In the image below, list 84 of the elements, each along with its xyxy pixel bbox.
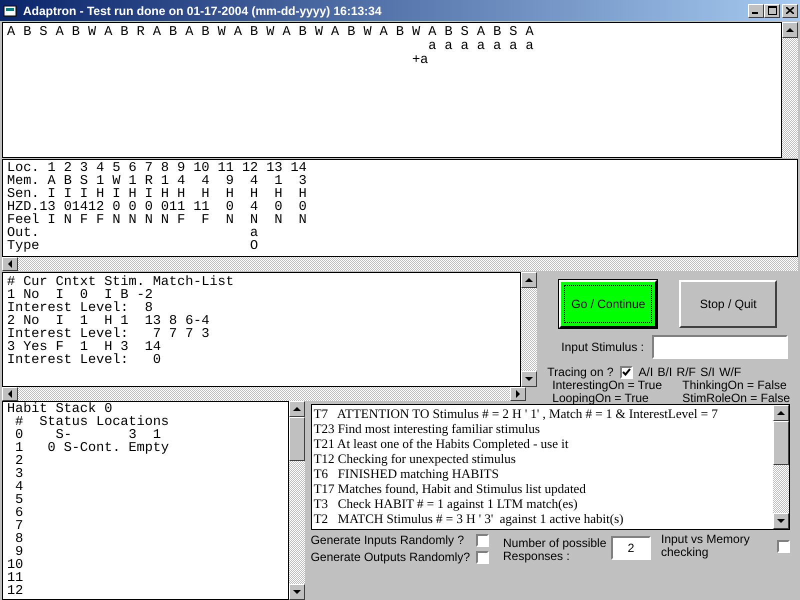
status-flag-label: ThinkingOn = False [682, 379, 788, 392]
text-line: 6 [14, 507, 24, 520]
scroll-up-button[interactable] [782, 22, 798, 38]
option-label: Generate Outputs Randomly? [310, 550, 470, 564]
responses-field[interactable]: 2 [611, 536, 651, 560]
text-line: Out. a [7, 227, 260, 240]
text-line: +a [411, 54, 430, 68]
close-icon [786, 7, 794, 14]
scroll-down-button[interactable] [773, 513, 789, 529]
text-line: Habit Stack 0 [7, 403, 112, 416]
text-line: 7 [14, 520, 24, 533]
scrollbar-thumb[interactable] [288, 417, 305, 461]
vertical-scrollbar[interactable] [782, 22, 798, 158]
input-stimulus-label: Input Stimulus : [561, 340, 644, 354]
vertical-scrollbar[interactable] [521, 272, 538, 387]
text-line: 8 [14, 533, 24, 546]
text-line: 2 [14, 455, 24, 468]
scrollbar-thumb[interactable] [773, 421, 789, 465]
scroll-down-button[interactable] [521, 371, 538, 387]
maximize-button[interactable] [764, 4, 780, 18]
text-line: # Cur Cntxt Stim. Match-List [7, 276, 235, 289]
text-line: 1 No I 0 I B -2 [7, 289, 154, 302]
text-line: a a a a a a a [428, 40, 535, 54]
option-checkbox[interactable] [476, 534, 489, 546]
memory-check-checkbox[interactable] [777, 540, 790, 553]
vertical-scrollbar[interactable] [288, 401, 305, 600]
scroll-left-button[interactable] [2, 257, 18, 271]
text-line: HZD.13 01412 0 0 0 011 11 0 4 0 0 [7, 201, 308, 214]
list-item[interactable]: T7 ATTENTION TO Stimulus # = 2 H ' 1' , Match # = 1 & InterestLevel = 7 [314, 406, 771, 421]
horizontal-scrollbar[interactable] [2, 257, 798, 271]
tracing-label: Tracing on ? [547, 365, 614, 379]
scroll-right-button[interactable] [510, 387, 526, 401]
text-line: 4 [14, 481, 24, 494]
status-flag-label: LoopingOn = True [552, 392, 650, 405]
list-item[interactable]: T3 Check HABIT # = 1 against 1 LTM match(es) [314, 496, 771, 511]
list-item[interactable]: T2 MATCH Stimulus # = 3 H ' 3' against 1 active habit(s) [314, 511, 771, 526]
text-line: Interest Level: 7 7 7 3 [7, 328, 211, 341]
text-line: A B S A B W A B R A B A B W A B W A B W A B W A B W A B S A B S A [7, 26, 535, 40]
text-line: Sen. I I I H I H I H H H H H H H [7, 188, 308, 201]
text-line: 0 S- 3 1 [14, 429, 161, 442]
list-item[interactable]: T6 FINISHED matching HABITS [314, 466, 771, 481]
scroll-up-button[interactable] [521, 272, 538, 288]
text-line: 5 [14, 494, 24, 507]
window-title: Adaptron - Test run done on 01-17-2004 (mm-dd-yyyy) 16:13:34 [23, 4, 383, 18]
list-item[interactable]: T12 Checking for unexpected stimulus [314, 451, 771, 466]
input-stimulus-field[interactable] [652, 335, 788, 359]
responses-label: Number of possible Responses : [503, 537, 608, 563]
text-line: Feel I N F F N N N N F F N N N N [7, 214, 308, 227]
vertical-scrollbar[interactable] [773, 405, 789, 529]
text-line: Loc. 1 2 3 4 5 6 7 8 9 10 11 12 13 14 [7, 162, 308, 175]
go-button[interactable]: Go / Continue [559, 280, 658, 328]
text-line: Mem. A B S 1 W 1 R 1 4 4 9 4 1 3 [7, 175, 308, 188]
horizontal-scrollbar[interactable] [2, 387, 526, 401]
scroll-up-button[interactable] [288, 401, 305, 417]
status-flag-label: InterestingOn = True [552, 379, 664, 392]
option-label: Generate Inputs Randomly ? [310, 533, 464, 547]
text-line: 10 [7, 559, 24, 572]
maximize-icon [768, 6, 776, 15]
text-line: # Status Locations [14, 416, 170, 429]
close-button[interactable] [782, 4, 798, 18]
text-line: Type O [7, 240, 260, 253]
scroll-down-button[interactable] [288, 584, 305, 600]
tracing-checkbox[interactable] [620, 366, 633, 378]
list-item[interactable]: T23 Find most interesting familiar stimulus [314, 421, 771, 436]
option-checkbox[interactable] [476, 550, 489, 564]
window-icon [3, 4, 19, 18]
text-line: 11 [7, 572, 24, 585]
status-flag-label: StimRoleOn = False [682, 392, 790, 405]
text-line: Interest Level: 8 [7, 302, 153, 315]
text-line: 3 [14, 468, 24, 481]
stop-button[interactable]: Stop / Quit [679, 280, 778, 328]
text-line: Interest Level: 0 [7, 354, 162, 367]
list-item[interactable]: T21 At least one of the Habits Completed - use it [314, 436, 771, 451]
text-line: 1 0 S-Cont. Empty [14, 442, 170, 455]
text-line: 3 Yes F 1 H 3 14 [7, 341, 162, 354]
list-item[interactable]: T17 Matches found, Habit and Stimulus list updated [314, 481, 771, 496]
trace-filters-label: A/I B/I R/F S/I W/F [638, 365, 742, 379]
text-line: 2 No I 1 H 1 13 8 6-4 [7, 315, 211, 328]
text-line: 12 [7, 585, 24, 598]
text-line: 9 [15, 546, 24, 559]
scroll-up-button[interactable] [773, 405, 789, 421]
scroll-left-button[interactable] [2, 387, 18, 401]
minimize-button[interactable] [748, 4, 764, 18]
memory-check-label: Input vs Memory checking [661, 533, 751, 559]
